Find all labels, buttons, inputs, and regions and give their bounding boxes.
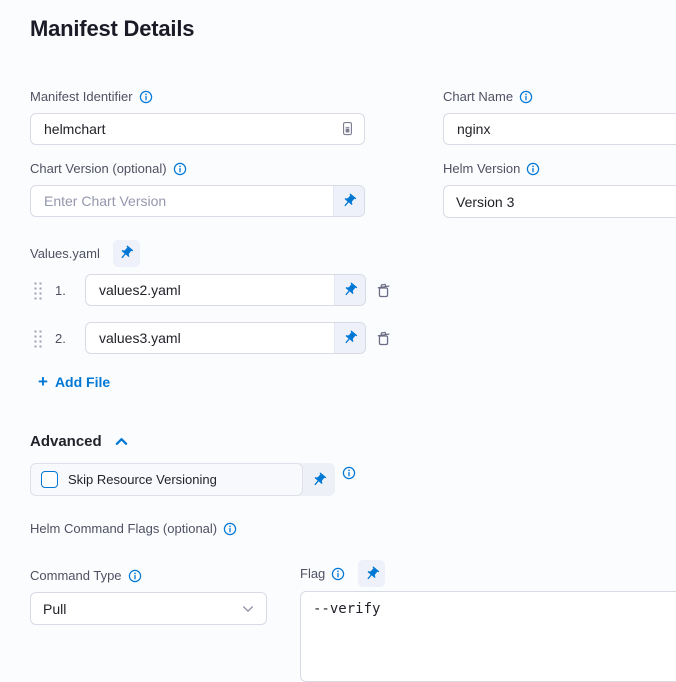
advanced-label: Advanced: [30, 433, 102, 450]
helm-command-flags-label: Helm Command Flags (optional): [30, 522, 217, 536]
trash-icon: [375, 282, 392, 299]
manifest-details-panel: Manifest Details Manifest Identifier Cha…: [0, 0, 676, 682]
values-file-input-1[interactable]: [86, 275, 334, 305]
add-file-button[interactable]: + Add File: [30, 374, 110, 390]
flag-label: Flag: [300, 566, 325, 581]
pin-icon: [118, 245, 134, 261]
info-icon[interactable]: [223, 522, 237, 536]
helm-version-value: Version 3: [456, 194, 676, 210]
file-index: 1.: [55, 283, 73, 298]
command-type-value: Pull: [43, 601, 242, 617]
helm-version-label: Helm Version: [443, 162, 520, 176]
delete-file-button[interactable]: [375, 330, 392, 347]
skip-resource-versioning-checkbox[interactable]: [41, 471, 58, 488]
file-index: 2.: [55, 331, 73, 346]
chart-name-input[interactable]: [443, 113, 676, 145]
skip-resource-versioning-control: Skip Resource Versioning: [30, 463, 335, 496]
values-yaml-multitype-button[interactable]: [113, 240, 140, 267]
info-icon[interactable]: [173, 162, 187, 176]
info-icon[interactable]: [526, 162, 540, 176]
values-yaml-header: Values.yaml: [30, 239, 676, 267]
chart-version-input[interactable]: [31, 186, 333, 216]
form-row-2: Chart Version (optional) Helm Version Ve…: [30, 162, 676, 218]
advanced-section-toggle[interactable]: Advanced: [30, 433, 676, 450]
values-file-row: 1.: [30, 274, 676, 306]
add-file-label: Add File: [55, 374, 110, 390]
form-row-1: Manifest Identifier Chart Name: [30, 90, 676, 145]
values-file-2-multitype-button[interactable]: [334, 323, 365, 353]
plus-icon: +: [38, 375, 48, 389]
values-yaml-label: Values.yaml: [30, 246, 100, 261]
pin-icon: [341, 193, 357, 209]
flag-multitype-button[interactable]: [358, 560, 385, 587]
delete-file-button[interactable]: [375, 282, 392, 299]
info-icon[interactable]: [331, 567, 345, 581]
helm-version-select[interactable]: Version 3: [443, 185, 676, 218]
values-file-row: 2.: [30, 322, 676, 354]
chart-version-label: Chart Version (optional): [30, 162, 167, 176]
info-icon[interactable]: [342, 466, 356, 480]
pin-icon: [342, 330, 358, 346]
values-file-input-2[interactable]: [86, 323, 334, 353]
pin-icon: [311, 472, 327, 488]
command-type-select[interactable]: Pull: [30, 592, 267, 625]
fixed-value-icon: [340, 121, 355, 136]
chevron-up-icon: [115, 437, 128, 446]
pin-icon: [364, 566, 380, 582]
command-flags-row: Command Type Pull Flag --verify: [30, 560, 676, 682]
chart-version-multitype-button[interactable]: [333, 186, 364, 216]
page-title: Manifest Details: [30, 16, 676, 42]
manifest-identifier-label: Manifest Identifier: [30, 90, 133, 104]
drag-handle-icon[interactable]: [33, 329, 42, 348]
chart-name-label: Chart Name: [443, 90, 513, 104]
chevron-down-icon: [242, 605, 254, 613]
info-icon[interactable]: [139, 90, 153, 104]
skip-resource-versioning-label: Skip Resource Versioning: [68, 472, 217, 487]
trash-icon: [375, 330, 392, 347]
flag-textarea[interactable]: --verify: [300, 591, 676, 682]
manifest-identifier-input[interactable]: [30, 113, 365, 145]
info-icon[interactable]: [128, 569, 142, 583]
values-file-1-multitype-button[interactable]: [334, 275, 365, 305]
command-type-label: Command Type: [30, 569, 122, 583]
skip-resource-versioning-multitype-button[interactable]: [303, 463, 335, 496]
info-icon[interactable]: [519, 90, 533, 104]
drag-handle-icon[interactable]: [33, 281, 42, 300]
pin-icon: [342, 282, 358, 298]
